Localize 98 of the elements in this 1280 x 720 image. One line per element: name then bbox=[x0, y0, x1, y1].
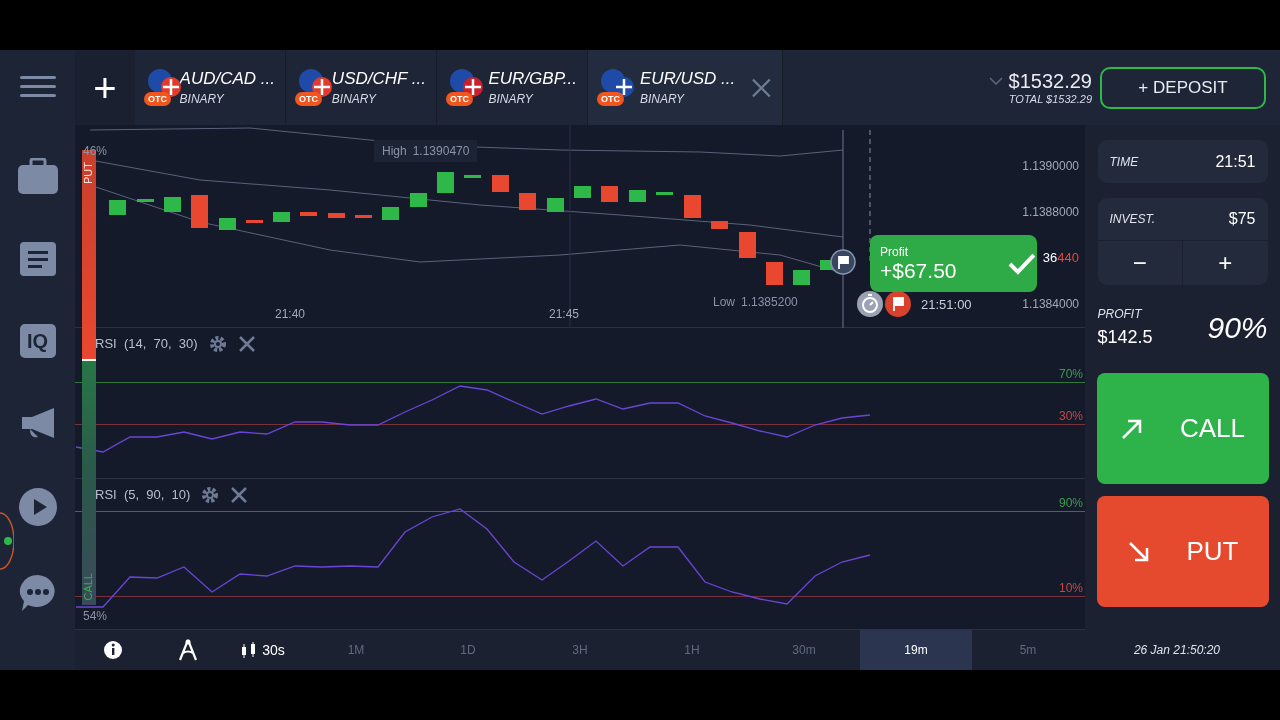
indicator-name[interactable]: RSI (5, 90, 10) bbox=[95, 487, 191, 503]
option-type: BINARY bbox=[331, 92, 378, 106]
chat-icon[interactable] bbox=[18, 574, 57, 612]
profit-label: PROFIT bbox=[1097, 307, 1144, 321]
candle bbox=[492, 175, 509, 192]
candle bbox=[793, 270, 810, 285]
megaphone-icon[interactable] bbox=[19, 406, 56, 440]
price-tick: 1.1390000 bbox=[1022, 159, 1079, 173]
put-label: PUT bbox=[82, 162, 95, 184]
expiry-time: 21:51:00 bbox=[921, 297, 972, 312]
info-icon[interactable] bbox=[102, 640, 123, 660]
close-icon[interactable] bbox=[237, 334, 256, 353]
upper-level-label: 70% bbox=[1058, 366, 1083, 381]
time-label: TIME bbox=[1109, 154, 1139, 169]
finish-flag-icon[interactable] bbox=[830, 249, 856, 275]
price-tick: 1.1384000 bbox=[1022, 297, 1079, 311]
increase-button[interactable]: + bbox=[1183, 241, 1268, 285]
candle bbox=[684, 195, 701, 218]
call-percent: 54% bbox=[83, 609, 108, 623]
upper-level-label: 90% bbox=[1058, 495, 1083, 510]
candle bbox=[574, 186, 591, 198]
option-type: BINARY bbox=[179, 92, 225, 106]
balance-amount[interactable]: $1532.29 bbox=[1008, 70, 1092, 93]
briefcase-icon[interactable] bbox=[17, 158, 58, 194]
high-label: High bbox=[382, 144, 407, 158]
candle bbox=[739, 232, 756, 258]
date-time: 26 Jan 21:50:20 bbox=[1133, 643, 1220, 657]
chevron-icon[interactable] bbox=[988, 77, 1003, 86]
candle bbox=[246, 220, 263, 223]
document-icon[interactable] bbox=[19, 242, 56, 276]
invest-value: $75 bbox=[1228, 210, 1256, 228]
timeframe-button[interactable]: 30s bbox=[225, 641, 300, 659]
put-button[interactable]: PUT bbox=[1096, 496, 1269, 607]
menu-icon[interactable] bbox=[19, 74, 56, 100]
expiry-time-field[interactable]: TIME 21:51 bbox=[1097, 140, 1268, 183]
side-handle-icon[interactable] bbox=[0, 511, 14, 571]
profit-label: Profit bbox=[880, 244, 909, 259]
price-tick: 1.1388000 bbox=[1022, 205, 1079, 219]
candle bbox=[191, 195, 208, 228]
close-icon[interactable] bbox=[230, 485, 249, 504]
candle bbox=[164, 197, 181, 212]
candle bbox=[219, 218, 236, 230]
settings-icon[interactable] bbox=[200, 484, 221, 505]
investment-field[interactable]: INVEST. $75 − + bbox=[1097, 198, 1268, 285]
profit-amount: +$67.50 bbox=[880, 258, 958, 283]
asset-tab[interactable]: OTC EUR/USD ... BINARY bbox=[588, 50, 783, 125]
total-balance: TOTAL $1532.29 bbox=[1008, 93, 1092, 105]
candle bbox=[137, 199, 154, 202]
price-digits: 36 bbox=[1042, 250, 1058, 265]
asset-name: AUD/CAD ... bbox=[179, 69, 275, 89]
settings-icon[interactable] bbox=[207, 333, 228, 354]
candle bbox=[382, 207, 399, 220]
lower-level-label: 10% bbox=[1058, 580, 1083, 595]
candle bbox=[109, 200, 126, 215]
period-button[interactable]: 19m bbox=[860, 630, 972, 670]
candle bbox=[711, 221, 728, 229]
candle bbox=[273, 212, 290, 222]
asset-name: USD/CHF ... bbox=[331, 69, 426, 89]
finish-flag-icon[interactable] bbox=[884, 290, 912, 318]
time-tick: 21:40 bbox=[275, 307, 306, 321]
high-value: 1.1390470 bbox=[412, 144, 470, 158]
asset-name: EUR/USD ... bbox=[639, 69, 736, 89]
candle bbox=[300, 212, 317, 216]
low-value: 1.1385200 bbox=[741, 295, 798, 309]
play-icon[interactable] bbox=[18, 488, 57, 526]
candle bbox=[410, 193, 427, 207]
asset-name: EUR/GBP... bbox=[488, 69, 577, 89]
decrease-button[interactable]: − bbox=[1097, 241, 1183, 285]
close-icon[interactable] bbox=[751, 76, 772, 99]
add-asset-button[interactable]: + bbox=[75, 50, 135, 125]
indicator-name[interactable]: RSI (14, 70, 30) bbox=[95, 336, 198, 352]
candle bbox=[629, 190, 646, 202]
profit-value: $142.5 bbox=[1097, 327, 1153, 348]
checkmark-icon bbox=[1007, 251, 1037, 276]
option-type: BINARY bbox=[488, 92, 534, 106]
lower-level-label: 30% bbox=[1058, 408, 1083, 423]
arrow-down-right-icon bbox=[1126, 539, 1151, 564]
low-label: Low bbox=[713, 295, 735, 309]
candle bbox=[328, 213, 345, 218]
candle bbox=[519, 193, 536, 210]
price-change-digits: 440 bbox=[1057, 250, 1079, 265]
candle bbox=[355, 215, 372, 218]
candle bbox=[766, 262, 783, 285]
candle bbox=[464, 175, 481, 178]
deposit-button[interactable]: + DEPOSIT bbox=[1100, 66, 1266, 109]
stopwatch-icon[interactable] bbox=[856, 290, 884, 318]
payout-percent: 90% bbox=[1207, 310, 1268, 345]
put-percent: 46% bbox=[83, 144, 108, 158]
candle bbox=[601, 186, 618, 202]
candle bbox=[656, 192, 673, 195]
invest-label: INVEST. bbox=[1109, 212, 1156, 226]
candle bbox=[437, 172, 454, 193]
iq-logo[interactable]: IQ bbox=[19, 324, 56, 358]
candle bbox=[547, 198, 564, 212]
call-label: CALL bbox=[82, 573, 95, 601]
time-tick: 21:45 bbox=[549, 307, 580, 321]
option-type: BINARY bbox=[639, 92, 686, 106]
time-value: 21:51 bbox=[1215, 152, 1256, 171]
